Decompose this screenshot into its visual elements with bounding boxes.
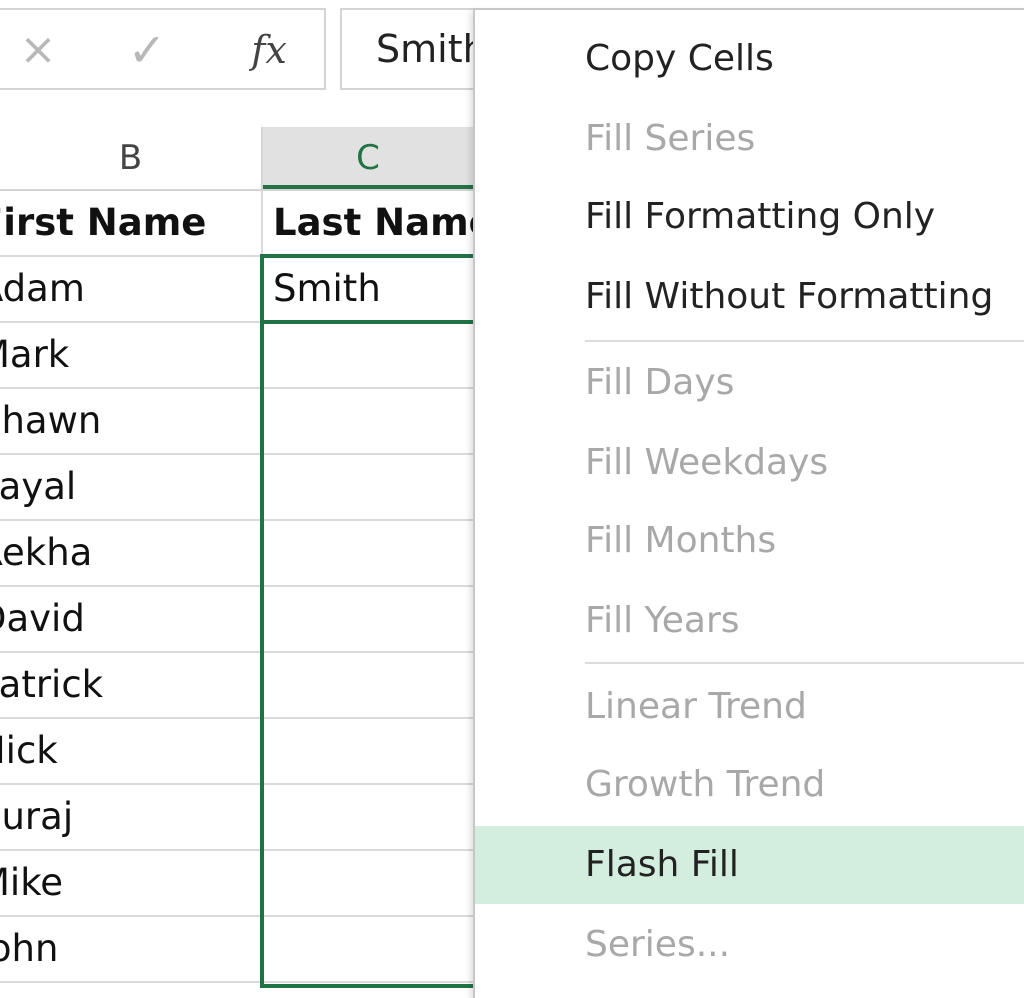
menu-item-flash-fill[interactable]: Flash Fill [475,826,1024,904]
table-row: Adam Smith [0,257,480,323]
cancel-icon[interactable]: × [8,18,68,82]
cell-b[interactable]: Shawn [0,389,263,453]
cell-c[interactable] [263,785,475,849]
table-row: First Name Last Name [0,191,480,257]
menu-item-fill-days[interactable]: Fill Days [475,344,1024,422]
cell-b-header[interactable]: First Name [0,191,263,255]
table-row: Mike [0,851,480,917]
cell-b[interactable]: Mark [0,323,263,387]
cell-c[interactable] [263,653,475,717]
cell-b[interactable]: Payal [0,455,263,519]
menu-item-fill-months[interactable]: Fill Months [475,502,1024,580]
column-header-c[interactable]: C [263,127,475,189]
cell-b[interactable]: Patrick [0,653,263,717]
insert-function-icon[interactable]: fx [234,18,304,82]
cell-c[interactable] [263,323,475,387]
table-row: John [0,917,480,983]
enter-check-icon[interactable]: ✓ [116,18,178,82]
table-row: Mark [0,323,480,389]
autofill-options-menu: Copy Cells Fill Series Fill Formatting O… [473,8,1024,998]
table-row: Payal [0,455,480,521]
cell-b[interactable]: Suraj [0,785,263,849]
menu-item-fill-series[interactable]: Fill Series [475,100,1024,178]
cell-c[interactable] [263,917,475,981]
cell-b[interactable]: David [0,587,263,651]
table-row: Patrick [0,653,480,719]
cell-c[interactable] [263,851,475,915]
cell-b[interactable]: Rekha [0,521,263,585]
menu-item-growth-trend[interactable]: Growth Trend [475,746,1024,824]
cell-b[interactable]: Nick [0,719,263,783]
table-row: Shawn [0,389,480,455]
menu-item-linear-trend[interactable]: Linear Trend [475,668,1024,746]
table-row: Nick [0,719,480,785]
cell-c-header[interactable]: Last Name [263,191,475,255]
cell-b[interactable]: Adam [0,257,263,321]
cell-c[interactable] [263,389,475,453]
menu-separator [585,340,1024,342]
table-row: Suraj [0,785,480,851]
cell-c[interactable] [263,455,475,519]
menu-item-fill-formatting-only[interactable]: Fill Formatting Only [475,178,1024,256]
menu-item-fill-weekdays[interactable]: Fill Weekdays [475,424,1024,502]
table-row: David [0,587,480,653]
menu-item-series[interactable]: Series... [475,906,1024,984]
menu-item-fill-without-formatting[interactable]: Fill Without Formatting [475,258,1024,336]
cell-c[interactable] [263,521,475,585]
cell-c[interactable] [263,719,475,783]
menu-item-fill-years[interactable]: Fill Years [475,582,1024,660]
cell-c[interactable] [263,587,475,651]
cell-b[interactable]: Mike [0,851,263,915]
menu-item-copy-cells[interactable]: Copy Cells [475,20,1024,98]
table-row: Rekha [0,521,480,587]
formula-bar-buttons: × ✓ fx [0,8,326,90]
menu-separator [585,662,1024,664]
column-header-b[interactable]: B [0,127,263,189]
cell-b[interactable]: John [0,917,263,981]
cell-c[interactable]: Smith [263,257,475,321]
